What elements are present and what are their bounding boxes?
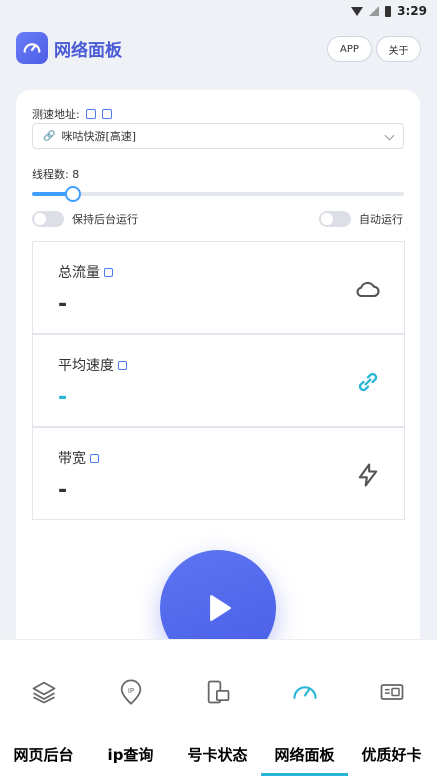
keep-background-toggle[interactable] (32, 211, 64, 227)
keep-background-row: 保持后台运行 (32, 211, 138, 227)
url-select[interactable]: 🔗 咪咕快游[高速] (32, 123, 404, 149)
play-icon (210, 595, 231, 621)
edit-icon[interactable] (90, 453, 99, 463)
link-icon: 🔗 (43, 130, 56, 142)
stat-total-traffic: 总流量 - (32, 241, 405, 334)
signal-icon (369, 6, 380, 16)
auto-run-row: 自动运行 (319, 211, 403, 227)
tab-ip-query[interactable]: IP ip查询 (87, 640, 174, 777)
bottom-tab-bar: 网页后台 IP ip查询 号卡状态 网络面板 优质好卡 (0, 639, 437, 777)
tab-label: 优质好卡 (361, 746, 422, 764)
stat-label-row: 平均速度 (58, 355, 127, 375)
tab-web-backend[interactable]: 网页后台 (0, 640, 87, 777)
wifi-icon (351, 6, 364, 16)
status-bar: 3:29 (0, 0, 437, 22)
stat-value: - (58, 385, 68, 410)
stat-label: 总流量 (58, 265, 100, 281)
tab-quality-cards[interactable]: 优质好卡 (348, 640, 435, 777)
stat-label-row: 带宽 (58, 448, 99, 468)
stat-value: - (58, 478, 68, 503)
page-title: 网络面板 (54, 40, 122, 61)
speedometer-logo-icon (16, 32, 48, 64)
ip-pin-icon: IP (120, 679, 142, 705)
link-icon (358, 372, 378, 392)
threads-label-row: 线程数: 8 (32, 166, 79, 182)
battery-icon (385, 5, 392, 17)
active-tab-indicator (261, 773, 348, 776)
copy-icon[interactable] (85, 109, 96, 119)
svg-text:IP: IP (128, 687, 134, 695)
url-label: 测速地址: (32, 108, 80, 121)
app-header: 网络面板 APP 关于 (0, 28, 437, 68)
url-label-row: 测速地址: (32, 106, 112, 122)
chevron-down-icon (384, 130, 395, 141)
stat-label: 带宽 (58, 451, 86, 467)
stat-label: 平均速度 (58, 358, 114, 374)
about-button[interactable]: 关于 (376, 36, 421, 62)
card-status-icon (207, 680, 230, 704)
lightning-icon (358, 463, 378, 487)
keep-background-label: 保持后台运行 (72, 213, 138, 226)
edit-icon[interactable] (101, 109, 112, 119)
speedometer-icon (293, 686, 317, 699)
auto-run-toggle[interactable] (319, 211, 351, 227)
stat-bandwidth: 带宽 - (32, 427, 405, 520)
app-button[interactable]: APP (327, 36, 372, 62)
url-select-value: 咪咕快游[高速] (61, 130, 137, 143)
tab-label: 网页后台 (13, 746, 74, 764)
layers-icon (32, 681, 56, 704)
tab-label: 号卡状态 (187, 746, 248, 764)
stat-value: - (58, 292, 68, 317)
status-time: 3:29 (397, 4, 427, 18)
sim-card-icon (380, 684, 404, 700)
calendar-icon[interactable] (118, 360, 127, 370)
stat-average-speed: 平均速度 - (32, 334, 405, 427)
cloud-icon (356, 281, 380, 298)
tab-network-panel[interactable]: 网络面板 (261, 640, 348, 777)
auto-run-label: 自动运行 (359, 213, 403, 226)
tab-label: 网络面板 (274, 746, 335, 764)
stat-label-row: 总流量 (58, 262, 113, 282)
threads-value: 8 (72, 168, 80, 181)
threads-label: 线程数: (32, 168, 69, 181)
slider-thumb[interactable] (64, 186, 81, 202)
threads-slider[interactable] (32, 186, 404, 202)
tab-card-status[interactable]: 号卡状态 (174, 640, 261, 777)
tab-label: ip查询 (107, 746, 154, 764)
edit-icon[interactable] (104, 267, 113, 277)
